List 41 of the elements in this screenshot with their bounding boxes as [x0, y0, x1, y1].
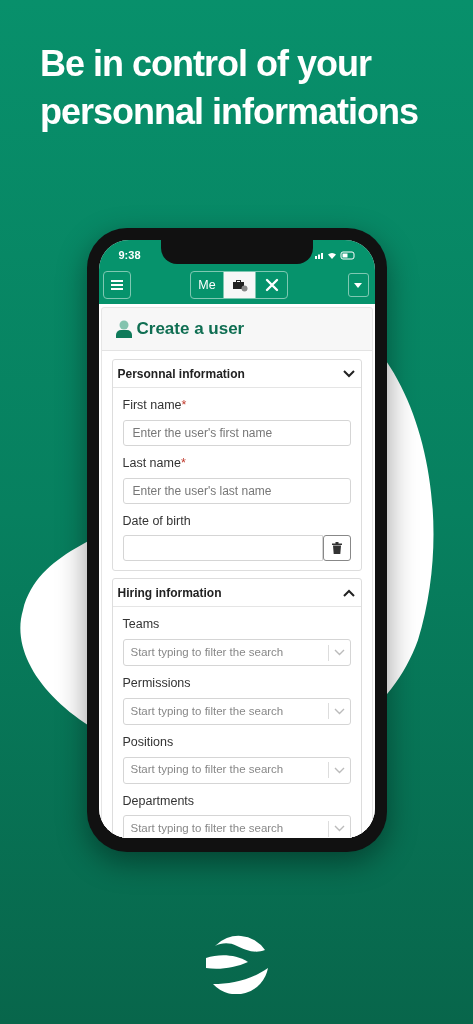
status-time: 9:38	[118, 247, 141, 263]
select-placeholder: Start typing to filter the search	[130, 703, 285, 719]
chevron-down-icon	[333, 707, 345, 715]
select-field[interactable]: Start typing to filter the search	[122, 756, 351, 784]
select-field[interactable]: Start typing to filter the search	[122, 639, 351, 666]
field-label: Last name	[122, 454, 181, 472]
field-label: Teams	[122, 616, 160, 634]
select-placeholder: Start typing to filter the search	[130, 762, 285, 778]
required-mark: *	[181, 397, 187, 414]
dropdown-button[interactable]	[347, 273, 369, 297]
select-field[interactable]: Start typing to filter the search	[122, 697, 351, 725]
menu-icon	[110, 280, 123, 290]
user-icon	[115, 320, 132, 338]
section-title: Personnal information	[117, 365, 245, 383]
field-label: First name	[122, 397, 182, 414]
caret-icon	[354, 282, 362, 288]
select-placeholder: Start typing to filter the search	[130, 644, 285, 660]
date-field[interactable]	[122, 535, 323, 562]
status-icons	[314, 250, 355, 260]
tab[interactable]	[223, 272, 255, 298]
field-label: Departments	[122, 792, 195, 810]
field-label: Date of birth	[122, 512, 191, 530]
chevron-down-icon	[333, 825, 345, 833]
chevron-down-icon	[333, 649, 345, 656]
chevron-up-icon[interactable]	[342, 588, 355, 597]
headline: Be in control of your personnal informations	[39, 42, 420, 134]
text-field[interactable]: Enter the user's last name	[122, 477, 351, 504]
select-placeholder: Start typing to filter the search	[130, 821, 285, 837]
required-mark: *	[180, 454, 186, 472]
field-label: Permissions	[122, 675, 191, 692]
menu-button[interactable]	[102, 271, 131, 299]
delete-button[interactable]	[322, 535, 351, 562]
section-title: Hiring information	[117, 584, 222, 602]
field-label: Positions	[122, 733, 174, 751]
select-field[interactable]: Start typing to filter the search	[122, 815, 351, 838]
chevron-down-icon	[333, 766, 345, 774]
text-field[interactable]: Enter the user's first name	[122, 419, 351, 446]
page-title: Create a user	[136, 318, 245, 341]
chevron-down-icon[interactable]	[342, 369, 355, 378]
briefcase-icon	[231, 278, 248, 292]
trash-icon	[331, 542, 342, 555]
